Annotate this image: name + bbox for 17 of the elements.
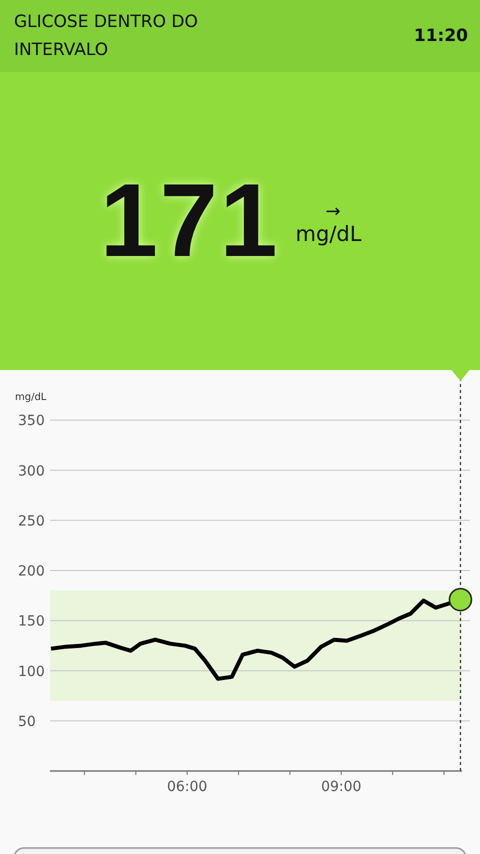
axis-unit-label: mg/dL <box>15 392 46 403</box>
y-axis-label: 350 <box>18 413 45 430</box>
trend-arrow: → <box>326 200 341 222</box>
y-axis-label: 250 <box>18 513 45 530</box>
current-reading-dot <box>448 588 472 612</box>
y-axis-label: 50 <box>18 714 36 730</box>
y-axis-label: 150 <box>18 614 45 630</box>
glucose-unit: mg/dL <box>296 222 362 246</box>
glucose-value: 171 <box>100 162 280 280</box>
y-axis-label: 100 <box>18 664 45 680</box>
y-axis-label: 200 <box>18 564 45 580</box>
y-axis-label: 300 <box>18 463 45 480</box>
x-axis-label: 06:00 <box>166 779 208 795</box>
reading-time: 11:20 <box>414 26 468 46</box>
x-axis-label: 09:00 <box>321 779 362 795</box>
bottom-button[interactable] <box>13 847 467 854</box>
status-title: GLICOSE DENTRO DO INTERVALO <box>14 11 199 62</box>
